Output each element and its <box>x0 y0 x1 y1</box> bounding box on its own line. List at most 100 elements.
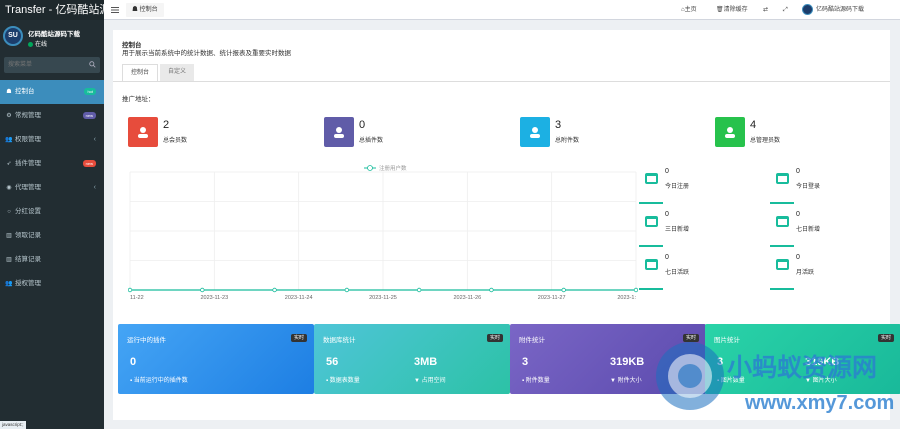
sidebar-item[interactable]: ◉ 代理管理 ‹ <box>0 176 104 200</box>
x-tick-label: 2023-11-24 <box>285 295 313 301</box>
stat-value: 0 <box>359 119 366 131</box>
tab-divider <box>113 81 890 82</box>
stat-label: 总附件数 <box>555 138 580 144</box>
data-point[interactable] <box>200 287 205 293</box>
clear-cache-label: 清除缓存 <box>723 7 748 13</box>
mini-stat-label: 今日登录 <box>796 184 821 190</box>
mini-stat: 0 今日注册 <box>639 166 759 204</box>
clear-cache-button[interactable]: 🗑清除缓存 <box>716 0 748 20</box>
mini-stat-value: 0 <box>796 211 800 218</box>
card-value-primary: 3 <box>522 356 529 368</box>
chevron-left-icon[interactable]: ‹ <box>94 128 96 152</box>
mini-stat-label: 七日新增 <box>796 227 821 233</box>
menu-badge: hot <box>84 88 96 95</box>
data-point[interactable] <box>489 287 494 293</box>
sidebar-item-label: 结算记录 <box>15 256 41 263</box>
legend-label[interactable]: 注册用户数 <box>379 164 407 172</box>
sidebar-item[interactable]: ○ 分红设置 <box>0 200 104 224</box>
user-status-text: 在线 <box>35 42 48 48</box>
menu-badge: new <box>82 160 96 167</box>
data-point[interactable] <box>272 287 277 293</box>
filter-icon: ▼ <box>414 378 422 384</box>
data-point[interactable] <box>344 287 350 293</box>
fullscreen-icon[interactable]: ⤢ <box>783 0 788 20</box>
mini-stat-label: 三日新增 <box>665 227 690 233</box>
data-point[interactable] <box>561 287 566 293</box>
user-name: 亿码酷站源码下载 <box>28 31 80 38</box>
circle-icon: ○ <box>7 209 11 215</box>
sidebar-item-label: 控制台 <box>15 88 35 95</box>
card-label-text: 数据表数量 <box>329 378 360 384</box>
sidebar-item[interactable]: 👥 授权管理 <box>0 272 104 296</box>
data-point[interactable] <box>128 287 133 293</box>
x-tick-label: 2023-11-27 <box>538 295 566 301</box>
sidebar-item[interactable]: 👥 权限管理 ‹ <box>0 128 104 152</box>
sidebar-item[interactable]: ▥ 结算记录 <box>0 248 104 272</box>
sidebar-item[interactable]: ⚙ 常规管理 new <box>0 104 104 128</box>
x-tick-label: 2023-11-26 <box>453 295 481 301</box>
watermark-text: 小蚂蚁资源网 <box>727 354 877 382</box>
home-link[interactable]: ⌂主页 <box>681 0 697 20</box>
cogs-icon: ⚙ <box>6 113 12 119</box>
stat-label: 总会员数 <box>163 138 188 144</box>
card-label-primary: ▪ 数据表数量 <box>326 375 360 384</box>
mini-stat-label: 月活跃 <box>796 270 815 276</box>
chevron-left-icon[interactable]: ‹ <box>94 176 96 200</box>
sidebar: Transfer - 亿码酷站源 SU 亿码酷站源码下载 在线 ☗控制台 hot ⚙… <box>0 0 104 429</box>
user-circle-icon: ◉ <box>6 185 12 191</box>
panel-tabs: 控制台 自定义 <box>122 64 195 81</box>
leaf-icon <box>530 127 540 138</box>
menu-search-input[interactable] <box>4 57 84 73</box>
tab-dashboard-panel[interactable]: 控制台 <box>122 64 159 81</box>
data-point[interactable] <box>633 287 638 293</box>
calendar-icon <box>645 216 658 227</box>
data-point[interactable] <box>416 287 422 293</box>
rocket-icon: ➶ <box>6 161 12 167</box>
user-menu-label: 亿码酷站源码下载 <box>816 7 865 13</box>
card-value-secondary: 3MB <box>414 356 438 368</box>
card-label-text: 占用空间 <box>421 378 446 384</box>
card-label-primary: ▪ 附件数量 <box>522 375 550 384</box>
user-menu[interactable]: 亿码酷站源码下载 <box>802 0 864 20</box>
trash-icon: 🗑 <box>716 7 724 13</box>
mini-stat: 0 三日新增 <box>639 209 759 247</box>
app-title[interactable]: Transfer - 亿码酷站源 <box>0 0 104 20</box>
sidebar-item-label: 授权管理 <box>15 280 41 287</box>
top-navbar: ☗ 控制台 ⌂主页 🗑清除缓存 ⇄ ⤢ 亿码酷站源码下载 <box>104 0 900 20</box>
group-icon: 👥 <box>5 137 13 143</box>
avatar: SU <box>3 26 23 46</box>
tab-custom[interactable]: 自定义 <box>160 64 195 81</box>
card-label-text: 当前运行中的插件数 <box>133 378 188 384</box>
sidebar-item[interactable]: ☗ 控制台 hot <box>0 80 104 104</box>
user-circle-icon <box>645 259 658 270</box>
mini-stat-label: 七日活跃 <box>665 270 690 276</box>
stat-icon-box <box>520 117 550 147</box>
tab-dashboard[interactable]: ☗ 控制台 <box>126 3 164 17</box>
sidebar-item-label: 分红设置 <box>15 208 41 215</box>
card-label-secondary: ▼ 占用空间 <box>414 375 446 384</box>
tab-dashboard-label: 控制台 <box>139 7 158 13</box>
watermark-url: www.xmy7.com <box>744 392 894 414</box>
mini-stat-bar <box>639 202 663 204</box>
language-icon[interactable]: ⇄ <box>763 0 768 20</box>
magic-icon <box>334 127 344 138</box>
bank-icon: ▥ <box>6 233 12 239</box>
menu-badge: new <box>82 112 96 119</box>
card-label-primary: ▪ 当前运行中的插件数 <box>130 375 188 384</box>
mini-stat-value: 0 <box>665 168 669 175</box>
stat-icon-box <box>715 117 745 147</box>
card-title: 附件统计 <box>519 337 545 344</box>
sidebar-item[interactable]: ➶ 插件管理 new <box>0 152 104 176</box>
sidebar-item[interactable]: ▥ 领取记录 <box>0 224 104 248</box>
mini-stat: 0 七日活跃 <box>639 252 759 290</box>
card-label-text: 附件数量 <box>525 378 550 384</box>
home-link-label: 主页 <box>684 7 697 13</box>
user-panel: SU 亿码酷站源码下载 在线 <box>0 20 104 54</box>
stat-label: 总管理员数 <box>750 138 781 144</box>
mini-stat-value: 0 <box>665 254 669 261</box>
search-icon[interactable] <box>89 61 96 68</box>
menu-toggle-icon[interactable] <box>111 6 119 14</box>
x-tick-label: 11-22 <box>130 295 144 301</box>
sidebar-item-label: 权限管理 <box>15 136 41 143</box>
vcard-icon <box>776 173 789 184</box>
